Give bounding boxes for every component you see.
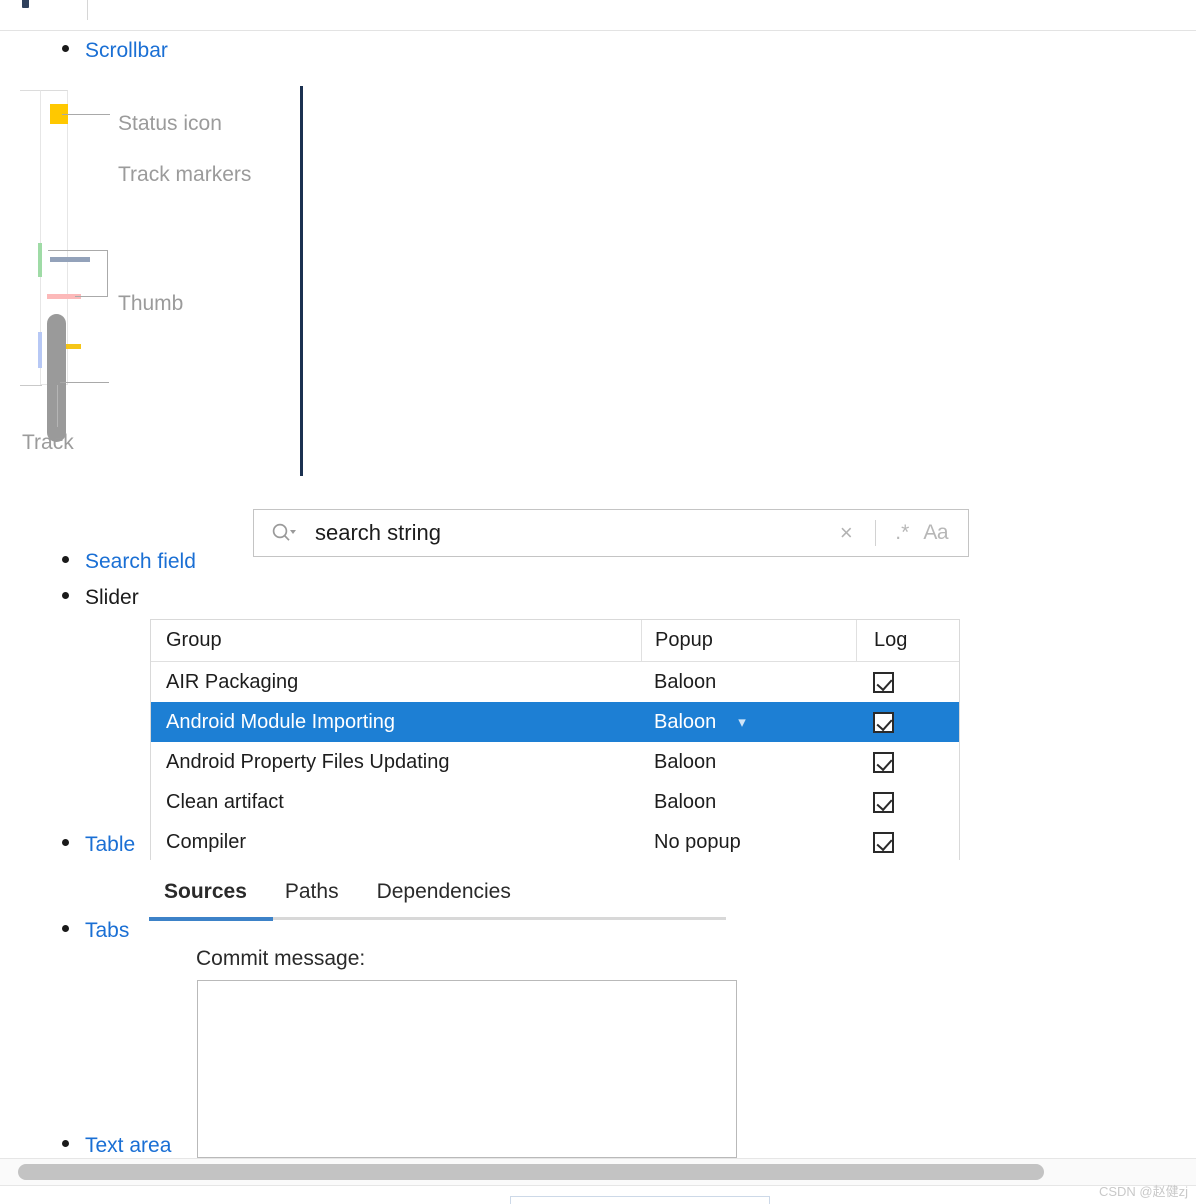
cell-log[interactable]	[856, 782, 959, 822]
column-header-log[interactable]: Log	[856, 620, 959, 661]
list-item-label[interactable]: Scrollbar	[85, 38, 168, 64]
bullet-dot	[62, 592, 69, 599]
cell-popup-text: Baloon	[654, 711, 716, 734]
top-fragment-stub	[22, 0, 29, 8]
list-item-tabs[interactable]: Tabs	[62, 918, 129, 944]
log-checkbox[interactable]	[873, 712, 894, 733]
table-row[interactable]: Clean artifact Baloon	[151, 782, 959, 822]
cell-log[interactable]	[856, 822, 959, 860]
cell-group: Android Module Importing	[151, 711, 641, 734]
search-icon[interactable]	[271, 522, 297, 544]
cell-group: Compiler	[151, 831, 641, 854]
bullet-dot	[62, 925, 69, 932]
log-checkbox[interactable]	[873, 832, 894, 853]
label-status-icon: Status icon	[118, 111, 222, 137]
track-marker-blue-icon	[38, 332, 42, 368]
cell-log[interactable]	[856, 702, 959, 742]
tab-underline-track	[149, 917, 726, 920]
list-item-label[interactable]: Table	[85, 832, 135, 858]
label-thumb: Thumb	[118, 291, 183, 317]
column-header-group[interactable]: Group	[151, 629, 641, 652]
bullet-dot	[62, 1140, 69, 1147]
page-root: Scrollbar Status icon Track markers Thum…	[0, 0, 1196, 1204]
track-markers-leader-vertical	[107, 250, 108, 297]
tab-dependencies[interactable]: Dependencies	[377, 880, 511, 917]
track-markers-leader-line-2	[75, 296, 108, 297]
cell-group: Android Property Files Updating	[151, 751, 641, 774]
cell-popup-text: Baloon	[654, 671, 716, 694]
bullet-dot	[62, 839, 69, 846]
list-item-scrollbar[interactable]: Scrollbar	[62, 38, 168, 64]
tab-active-indicator	[149, 917, 273, 921]
watermark: CSDN @赵健zj	[1099, 1181, 1188, 1200]
track-top-leader	[20, 90, 42, 91]
table-row[interactable]: Compiler No popup	[151, 822, 959, 860]
tab-bar[interactable]: Sources Paths Dependencies	[149, 880, 726, 920]
regex-icon[interactable]: .*	[888, 521, 916, 545]
tab-paths[interactable]: Paths	[285, 880, 339, 917]
chevron-down-icon[interactable]: ▾	[738, 713, 746, 731]
log-checkbox[interactable]	[873, 792, 894, 813]
track-bottom-leader	[20, 385, 42, 386]
log-checkbox[interactable]	[873, 672, 894, 693]
list-item-label: Slider	[85, 585, 139, 611]
label-track: Track	[22, 430, 74, 456]
close-icon[interactable]: ×	[829, 520, 863, 546]
search-input[interactable]: search string	[315, 520, 829, 546]
cell-popup[interactable]: Baloon ▾	[641, 702, 856, 742]
list-item-text-area[interactable]: Text area	[62, 1133, 171, 1159]
section-divider	[300, 86, 303, 476]
track-markers-leader-line	[48, 250, 108, 251]
track-marker-green-icon	[38, 243, 42, 277]
track-leader-vertical	[57, 385, 58, 427]
cell-popup-text: No popup	[654, 831, 741, 854]
list-item-table[interactable]: Table	[62, 832, 135, 858]
list-item-search-field[interactable]: Search field	[62, 549, 196, 575]
tab-sources[interactable]: Sources	[164, 880, 247, 917]
cell-popup[interactable]: No popup	[641, 822, 856, 860]
bullet-dot	[62, 556, 69, 563]
cell-group: AIR Packaging	[151, 671, 641, 694]
column-header-popup[interactable]: Popup	[641, 620, 856, 661]
cell-popup[interactable]: Baloon	[641, 662, 856, 702]
thumb-leader-line	[60, 382, 109, 383]
table-row[interactable]: Android Module Importing Baloon ▾	[151, 702, 959, 742]
cell-log[interactable]	[856, 662, 959, 702]
scrollbar-anatomy-diagram: Status icon Track markers Thumb Track	[0, 78, 300, 478]
label-track-markers: Track markers	[118, 162, 251, 188]
table-row[interactable]: Android Property Files Updating Baloon	[151, 742, 959, 782]
list-item-slider[interactable]: Slider	[62, 585, 139, 611]
list-item-label[interactable]: Text area	[85, 1133, 171, 1159]
top-horizontal-rule	[0, 30, 1196, 31]
settings-table[interactable]: Group Popup Log AIR Packaging Baloon And…	[150, 619, 960, 860]
cell-popup[interactable]: Baloon	[641, 782, 856, 822]
cell-popup[interactable]: Baloon	[641, 742, 856, 782]
tab-row: Sources Paths Dependencies	[149, 880, 726, 917]
track-marker-navy-icon	[50, 257, 90, 262]
cell-log[interactable]	[856, 742, 959, 782]
log-checkbox[interactable]	[873, 752, 894, 773]
search-field[interactable]: search string × .* Aa	[253, 509, 969, 557]
bottom-fragment	[510, 1196, 770, 1204]
list-item-label[interactable]: Search field	[85, 549, 196, 575]
status-icon-leader-line	[62, 114, 110, 115]
top-vertical-divider	[87, 0, 88, 20]
horizontal-scrollbar-thumb[interactable]	[18, 1164, 1044, 1180]
list-item-label[interactable]: Tabs	[85, 918, 129, 944]
table-row[interactable]: AIR Packaging Baloon	[151, 662, 959, 702]
commit-message-label: Commit message:	[196, 947, 365, 971]
cell-popup-text: Baloon	[654, 751, 716, 774]
cell-group: Clean artifact	[151, 791, 641, 814]
match-case-icon[interactable]: Aa	[916, 521, 955, 545]
table-header-row: Group Popup Log	[151, 620, 959, 662]
commit-message-textarea[interactable]	[197, 980, 737, 1158]
search-toolbar-divider	[875, 520, 876, 546]
cell-popup-text: Baloon	[654, 791, 716, 814]
bullet-dot	[62, 45, 69, 52]
